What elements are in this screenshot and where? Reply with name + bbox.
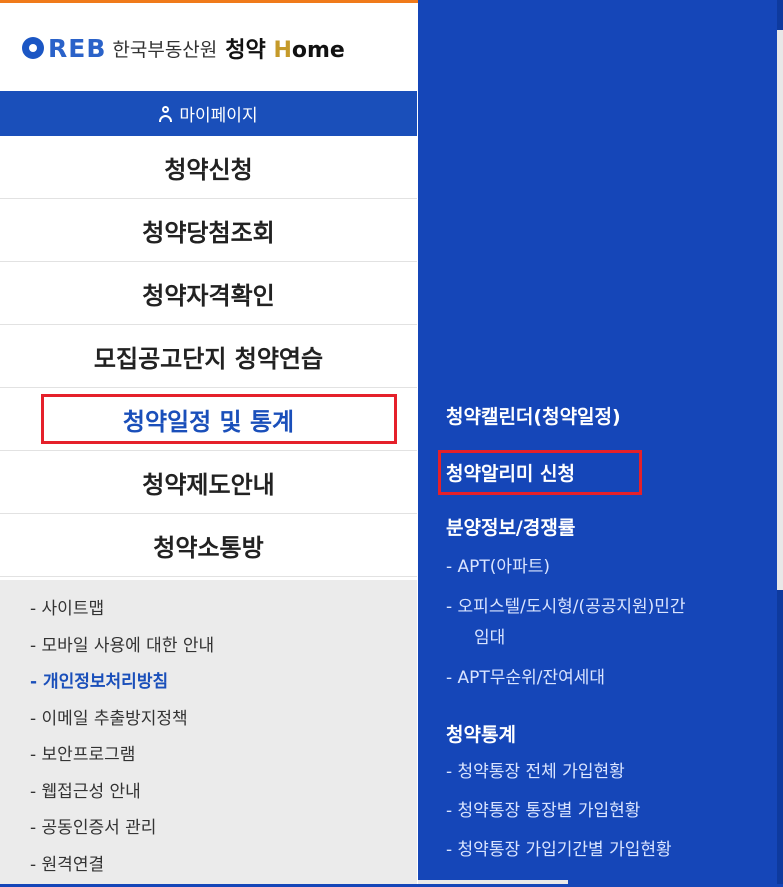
- footer-link-privacy[interactable]: - 개인정보처리방침: [30, 668, 417, 705]
- logo-reb-text: REB: [48, 34, 106, 63]
- mypage-button[interactable]: 마이페이지: [0, 91, 417, 136]
- site-logo[interactable]: REB 한국부동산원 청약 Home: [22, 28, 345, 68]
- submenu-stats-period[interactable]: - 청약통장 가입기간별 가입현황: [446, 834, 746, 866]
- footer-link-mobile-guide[interactable]: - 모바일 사용에 대한 안내: [30, 632, 417, 669]
- submenu-sale-info[interactable]: 분양정보/경쟁률: [446, 513, 575, 540]
- top-accent-line: [0, 0, 418, 3]
- submenu-stats[interactable]: 청약통계: [446, 720, 516, 747]
- menu-item-label: 청약소통방: [153, 528, 263, 563]
- footer-link-sitemap[interactable]: - 사이트맵: [30, 595, 417, 632]
- logo-service-rest: ome: [292, 38, 345, 63]
- logo-org-name: 한국부동산원: [112, 35, 217, 62]
- footer-link-remote[interactable]: - 원격연결: [30, 851, 417, 887]
- menu-item-practice[interactable]: 모집공고단지 청약연습: [0, 325, 417, 388]
- person-icon: [159, 106, 173, 122]
- left-menu-panel: REB 한국부동산원 청약 Home 마이페이지 청약신청 청약당첨조회 청약자…: [0, 0, 418, 884]
- submenu-stats-type[interactable]: - 청약통장 통장별 가입현황: [446, 795, 746, 827]
- reb-logo-icon: [22, 37, 44, 59]
- submenu-stats-total[interactable]: - 청약통장 전체 가입현황: [446, 756, 746, 788]
- footer-links-panel: - 사이트맵 - 모바일 사용에 대한 안내 - 개인정보처리방침 - 이메일 …: [0, 580, 417, 884]
- scrollbar-thumb[interactable]: [777, 30, 783, 590]
- main-menu: 청약신청 청약당첨조회 청약자격확인 모집공고단지 청약연습 청약일정 및 통계…: [0, 136, 417, 577]
- footer-link-accessibility[interactable]: - 웹접근성 안내: [30, 778, 417, 815]
- logo-service-h: H: [273, 38, 291, 63]
- submenu-apt-remain[interactable]: - APT무순위/잔여세대: [446, 662, 746, 694]
- menu-item-eligibility[interactable]: 청약자격확인: [0, 262, 417, 325]
- menu-item-label: 청약신청: [164, 150, 252, 185]
- submenu-officetel-cont[interactable]: 임대: [474, 622, 774, 654]
- scrollbar-track[interactable]: [777, 0, 783, 884]
- highlight-box: [41, 394, 397, 444]
- menu-item-winner-check[interactable]: 청약당첨조회: [0, 199, 417, 262]
- footer-link-certificate[interactable]: - 공동인증서 관리: [30, 814, 417, 851]
- submenu-officetel[interactable]: - 오피스텔/도시형/(공공지원)민간: [446, 591, 746, 623]
- menu-item-label: 청약제도안내: [142, 465, 274, 500]
- menu-item-system-guide[interactable]: 청약제도안내: [0, 451, 417, 514]
- footer-link-security-program[interactable]: - 보안프로그램: [30, 741, 417, 778]
- menu-item-label: 청약당첨조회: [142, 213, 274, 248]
- logo-service-name: 청약 Home: [225, 32, 345, 64]
- footer-link-email-policy[interactable]: - 이메일 추출방지정책: [30, 705, 417, 742]
- submenu-apt[interactable]: - APT(아파트): [446, 551, 746, 583]
- mypage-label: 마이페이지: [179, 101, 257, 126]
- menu-item-label: 청약자격확인: [142, 276, 274, 311]
- horizontal-scrollbar-thumb[interactable]: [418, 880, 568, 884]
- menu-item-label: 모집공고단지 청약연습: [94, 339, 323, 374]
- submenu-panel: 청약캘린더(청약일정) 청약알리미 신청 분양정보/경쟁률 - APT(아파트)…: [418, 0, 783, 884]
- logo-service-prefix: 청약: [225, 38, 265, 63]
- submenu-calendar[interactable]: 청약캘린더(청약일정): [446, 402, 621, 429]
- menu-item-schedule-stats[interactable]: 청약일정 및 통계: [0, 388, 417, 451]
- menu-item-apply[interactable]: 청약신청: [0, 136, 417, 199]
- menu-item-community[interactable]: 청약소통방: [0, 514, 417, 577]
- submenu-alarm[interactable]: 청약알리미 신청: [446, 459, 575, 486]
